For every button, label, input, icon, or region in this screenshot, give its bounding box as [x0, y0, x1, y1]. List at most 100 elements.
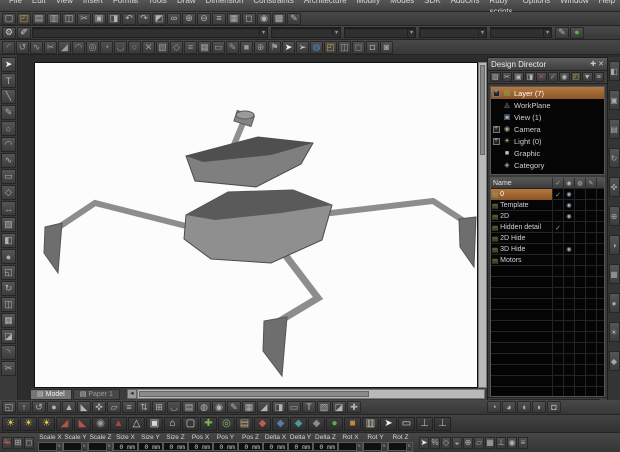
lock-item-icon[interactable]: ◍: [197, 401, 211, 413]
freehand-icon[interactable]: ∿: [30, 40, 43, 54]
sheet-tab[interactable]: ▤ Paper 1: [72, 388, 120, 400]
field-value-input[interactable]: 0 mm: [263, 442, 288, 451]
frame-tool-icon[interactable]: ▭: [212, 40, 225, 54]
green-pin-icon[interactable]: ✚: [200, 416, 217, 431]
dimension-tool-icon[interactable]: ↔: [1, 201, 16, 216]
chart-item-icon[interactable]: ◪: [332, 401, 346, 413]
tree-item[interactable]: ■ Graphic: [491, 147, 604, 159]
pen-cell[interactable]: [585, 255, 596, 266]
field-value-input[interactable]: 0 mm: [288, 442, 313, 451]
lock-cell[interactable]: [574, 255, 585, 266]
field-value-input[interactable]: 1: [88, 442, 113, 452]
field-value-input[interactable]: 0: [388, 442, 413, 452]
pen-cell[interactable]: [585, 211, 596, 222]
property-combo[interactable]: [490, 27, 552, 38]
magnet-tool-icon[interactable]: ◡: [167, 401, 181, 413]
arc-3pt-icon[interactable]: ◔: [100, 40, 113, 54]
print-preview-icon[interactable]: ◫: [62, 12, 76, 25]
expander-icon[interactable]: [493, 89, 500, 97]
scroll-left-icon[interactable]: [126, 389, 137, 399]
list-view-icon[interactable]: ≡: [593, 72, 604, 82]
surface-tool-icon[interactable]: ◪: [1, 329, 16, 344]
clip-d-icon[interactable]: ◗: [532, 401, 546, 413]
copy-icon[interactable]: ▣: [92, 12, 106, 25]
tree-item[interactable]: ◬ WorkPlane: [491, 99, 604, 111]
fillet-tool-icon[interactable]: ◝: [1, 345, 16, 360]
check-cell[interactable]: [552, 244, 563, 255]
table-row[interactable]: ▤ 0: [491, 189, 604, 200]
robot-3d-model[interactable]: [35, 63, 477, 387]
white-cube-icon[interactable]: ▣: [146, 416, 163, 431]
arrow-up-icon[interactable]: ↑: [17, 401, 31, 413]
vertical-scrollbar[interactable]: [478, 62, 487, 388]
wireframe-mode-icon[interactable]: ▦: [608, 264, 620, 284]
anchor-tool-icon[interactable]: ⊕: [254, 40, 267, 54]
folder-layers-icon[interactable]: ◰: [324, 40, 337, 54]
shape-opt-icon[interactable]: ◇: [441, 436, 451, 449]
teal-gem-icon[interactable]: ◆: [290, 416, 307, 431]
note-tool-icon[interactable]: ✎: [226, 40, 239, 54]
layers-panel-icon[interactable]: ▤: [182, 401, 196, 413]
red-plane-2-icon[interactable]: ◣: [74, 416, 91, 431]
cut-row-icon[interactable]: ✂: [501, 72, 512, 82]
property-combo[interactable]: [271, 27, 341, 38]
spot-light-icon[interactable]: ☀: [2, 416, 19, 431]
field-value-input[interactable]: 0 mm: [188, 442, 213, 451]
lock-cell[interactable]: [574, 200, 585, 211]
lamp-post-icon[interactable]: ⊥: [416, 416, 433, 431]
blank-icon[interactable]: ◻: [242, 12, 256, 25]
mesh-tool-icon[interactable]: ▦: [1, 313, 16, 328]
vscroll-thumb[interactable]: [480, 65, 485, 155]
lock-cell[interactable]: [574, 244, 585, 255]
wedge-tool-icon[interactable]: ◣: [77, 401, 91, 413]
select-arrow-icon[interactable]: ➤: [1, 57, 16, 72]
render-sphere-icon[interactable]: ●: [570, 26, 584, 39]
expander-icon[interactable]: [493, 137, 500, 145]
table-grid-icon[interactable]: ▨: [317, 401, 331, 413]
field-value-input[interactable]: 1: [63, 442, 88, 452]
layer-name-cell[interactable]: ▤ 2D: [491, 211, 552, 222]
rotate-ccw-icon[interactable]: ↺: [16, 40, 29, 54]
panel-titlebar[interactable]: Design Director ✚ ✕: [488, 58, 607, 71]
undo-icon[interactable]: ↶: [122, 12, 136, 25]
calc-opt-icon[interactable]: ≡: [518, 436, 528, 449]
check-cell[interactable]: [552, 222, 563, 233]
layout-grid-icon[interactable]: ▦: [198, 40, 211, 54]
sphere-3d-icon[interactable]: ●: [1, 249, 16, 264]
flag-tool-icon[interactable]: ⚑: [268, 40, 281, 54]
clip-b-icon[interactable]: ◕: [502, 401, 516, 413]
pen-cell[interactable]: [585, 233, 596, 244]
ruler-tool-icon[interactable]: ▭: [287, 401, 301, 413]
window-tool-icon[interactable]: ◱: [2, 401, 16, 413]
scissors-trim-icon[interactable]: ✂: [44, 40, 57, 54]
red-cone-icon[interactable]: ▲: [110, 416, 127, 431]
print-icon[interactable]: ▥: [47, 12, 61, 25]
add-row-icon[interactable]: ▧: [490, 72, 501, 82]
select-color-icon[interactable]: ◩: [152, 12, 166, 25]
check-cell[interactable]: [552, 255, 563, 266]
pin-icon[interactable]: ✚: [590, 60, 596, 68]
top-view-icon[interactable]: ▤: [608, 119, 620, 139]
check-cell[interactable]: [552, 200, 563, 211]
name-column-header[interactable]: Name: [491, 180, 552, 187]
snap-grid2-icon[interactable]: ⊞: [152, 401, 166, 413]
align-tool-icon[interactable]: ≡: [184, 40, 197, 54]
property-combo[interactable]: [32, 27, 268, 38]
field-value-input[interactable]: 0 mm: [138, 442, 163, 451]
hatch-tool-icon[interactable]: ▨: [1, 217, 16, 232]
polygon-tool-icon[interactable]: ◇: [1, 185, 16, 200]
arc-tool-icon[interactable]: ◠: [1, 137, 16, 152]
layer-name-cell[interactable]: ▤ 3D Hide: [491, 244, 552, 255]
field-value-input[interactable]: 0 mm: [213, 442, 238, 451]
grid-opt-icon[interactable]: ▦: [485, 436, 495, 449]
frame-box-icon[interactable]: ▢: [182, 416, 199, 431]
copy-row-icon[interactable]: ▣: [513, 72, 524, 82]
iso-view-icon[interactable]: ◧: [608, 61, 620, 81]
view-opt-icon[interactable]: ◉: [507, 436, 517, 449]
trim-tool-icon[interactable]: ✂: [1, 361, 16, 376]
table-row[interactable]: ▤ 2D Hide: [491, 233, 604, 244]
layer-name-cell[interactable]: ▤ 2D Hide: [491, 233, 552, 244]
percent-opt-icon[interactable]: %: [430, 436, 440, 449]
property-combo[interactable]: [344, 27, 416, 38]
hscroll-thumb[interactable]: [138, 391, 369, 397]
